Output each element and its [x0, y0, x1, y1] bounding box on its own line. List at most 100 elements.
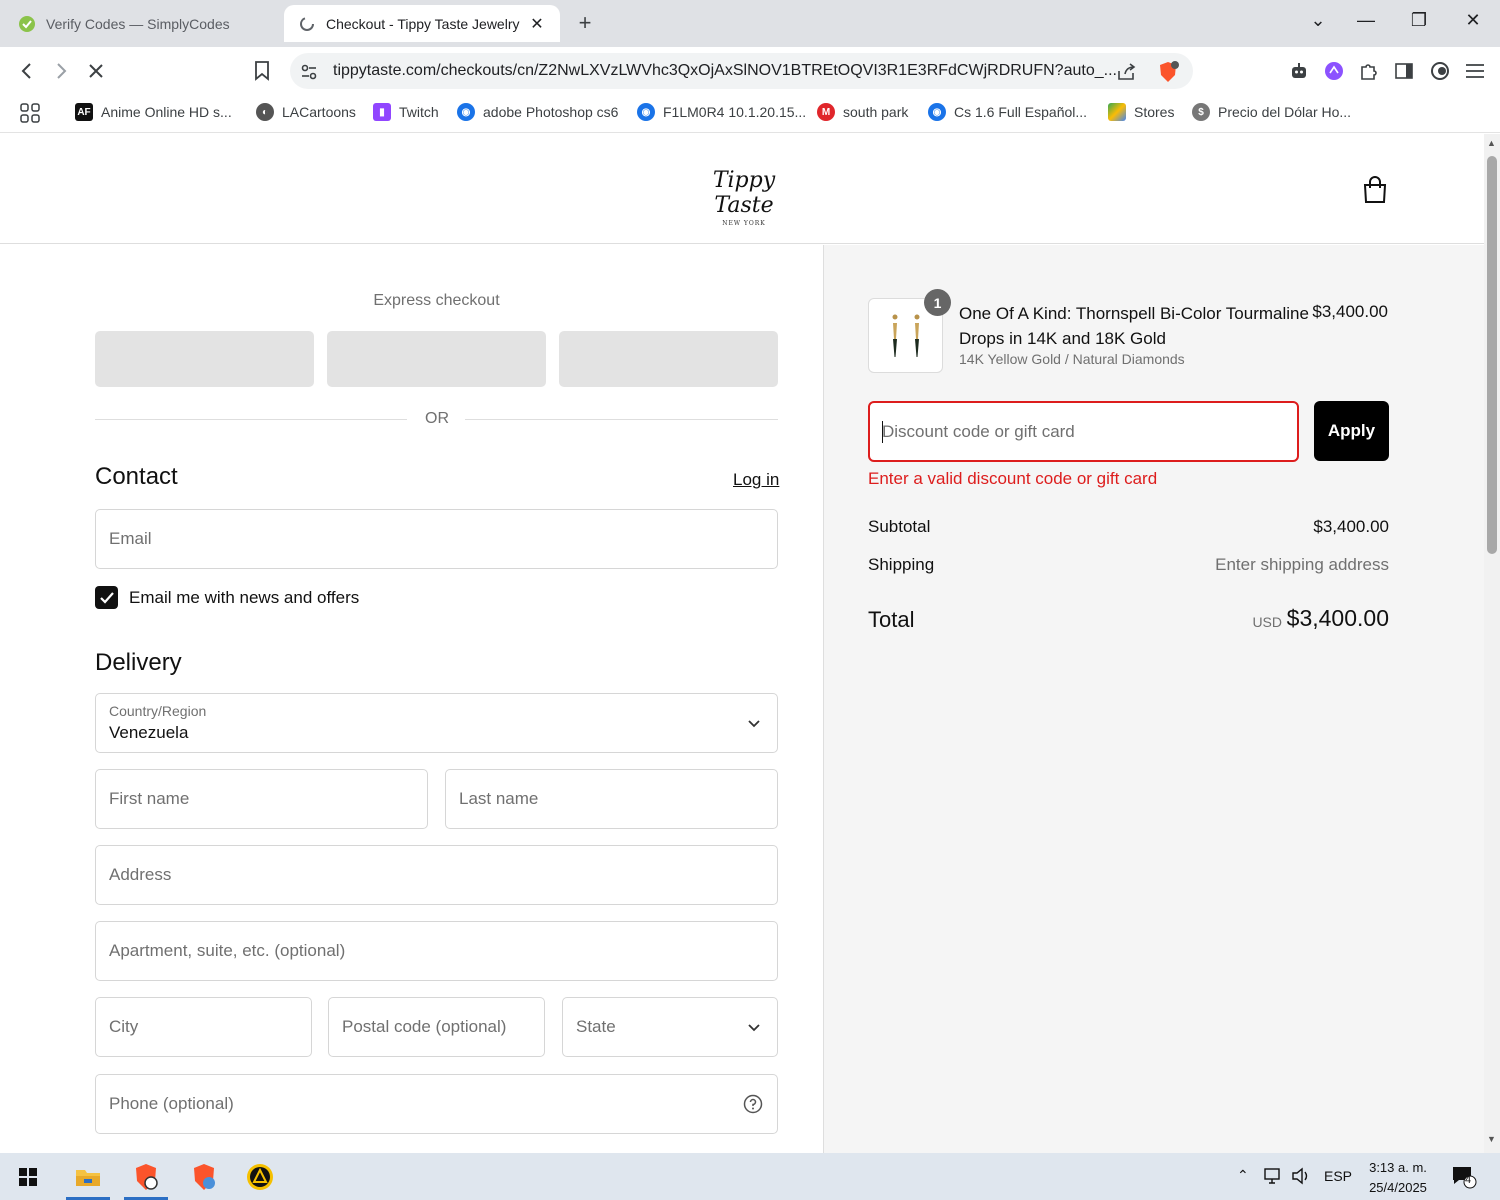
volume-icon[interactable]: [1291, 1167, 1311, 1188]
page-scrollbar[interactable]: ▲ ▼: [1484, 134, 1500, 1153]
logo-text: Tippy Taste: [712, 168, 776, 218]
or-divider: OR: [95, 408, 778, 430]
tab-verify-codes[interactable]: Verify Codes — SimplyCodes: [4, 5, 282, 42]
wallet-icon[interactable]: [1428, 59, 1452, 83]
windows-taskbar: ⌃ ESP 3:13 a. m. 25/4/2025 4: [0, 1153, 1500, 1200]
total-value: $3,400.00: [1286, 605, 1389, 631]
tab-search-icon[interactable]: ⌄: [1303, 10, 1333, 31]
login-link[interactable]: Log in: [733, 470, 779, 490]
extension-robot-icon[interactable]: [1287, 59, 1311, 83]
brave-browser-icon[interactable]: [118, 1153, 174, 1200]
apartment-placeholder: Apartment, suite, etc. (optional): [109, 941, 346, 960]
extensions-puzzle-icon[interactable]: [1357, 59, 1381, 83]
new-tab-button[interactable]: +: [572, 10, 598, 36]
bookmark-lacartoons[interactable]: ◐ LACartoons: [256, 103, 356, 121]
brave-shields-icon[interactable]: [1157, 61, 1179, 83]
phone-field[interactable]: Phone (optional): [95, 1074, 778, 1134]
chevron-down-icon: [748, 720, 760, 728]
bookmark-twitch[interactable]: ▮ Twitch: [373, 103, 439, 121]
scroll-up-icon[interactable]: ▲: [1487, 138, 1496, 148]
anime-af-icon: AF: [75, 103, 93, 121]
discount-error-message: Enter a valid discount code or gift card: [868, 469, 1158, 488]
apply-button[interactable]: Apply: [1314, 401, 1389, 461]
bookmark-cs16[interactable]: ◉ Cs 1.6 Full Español...: [928, 103, 1087, 121]
postal-code-field[interactable]: Postal code (optional): [328, 997, 545, 1057]
country-label: Country/Region: [109, 703, 207, 719]
clock-time: 3:13 a. m.: [1369, 1160, 1427, 1175]
news-checkbox-label: Email me with news and offers: [129, 587, 360, 607]
stores-icon: [1108, 103, 1126, 121]
news-offers-checkbox[interactable]: Email me with news and offers: [95, 586, 359, 609]
email-field[interactable]: Email: [95, 509, 778, 569]
total-currency: USD: [1252, 614, 1282, 630]
extension-leo-icon[interactable]: [1322, 59, 1346, 83]
system-clock[interactable]: 3:13 a. m. 25/4/2025: [1360, 1158, 1436, 1198]
tab-title: Checkout - Tippy Taste Jewelry: [326, 15, 520, 32]
express-pay-button-2[interactable]: [327, 331, 546, 387]
bookmark-stores[interactable]: Stores: [1108, 103, 1174, 121]
help-icon[interactable]: [743, 1094, 763, 1114]
brave-profile-icon[interactable]: [176, 1153, 232, 1200]
discount-placeholder: Discount code or gift card: [882, 422, 1075, 441]
apartment-field[interactable]: Apartment, suite, etc. (optional): [95, 921, 778, 981]
checkbox-checked-icon[interactable]: [95, 586, 118, 609]
close-window-button[interactable]: ✕: [1458, 10, 1488, 31]
express-pay-button-1[interactable]: [95, 331, 314, 387]
bookmark-photoshop[interactable]: ◉ adobe Photoshop cs6: [457, 103, 618, 121]
postal-code-placeholder: Postal code (optional): [342, 1017, 507, 1036]
shipping-row: Shipping Enter shipping address: [868, 555, 1389, 579]
scroll-down-icon[interactable]: ▼: [1487, 1134, 1496, 1144]
show-hidden-icons[interactable]: ⌃: [1237, 1167, 1249, 1184]
restore-button[interactable]: ❐: [1404, 10, 1434, 31]
store-header: Tippy Taste NEW YORK: [0, 134, 1484, 244]
address-field[interactable]: Address: [95, 845, 778, 905]
store-logo[interactable]: Tippy Taste NEW YORK: [686, 168, 802, 227]
address-bar[interactable]: tippytaste.com/checkouts/cn/Z2NwLXVzLWVh…: [290, 53, 1193, 89]
apps-grid-icon[interactable]: [20, 103, 40, 123]
bookmark-precio-dolar[interactable]: $ Precio del Dólar Ho...: [1192, 103, 1351, 121]
checkout-page: Tippy Taste NEW YORK Express checkout OR…: [0, 134, 1484, 1153]
stop-loading-icon[interactable]: [82, 57, 110, 85]
bookmark-filmora[interactable]: ◉ F1LM0R4 10.1.20.15...: [637, 103, 806, 121]
url-text: tippytaste.com/checkouts/cn/Z2NwLXVzLWVh…: [333, 62, 1117, 79]
notifications-icon[interactable]: 4: [1451, 1164, 1477, 1193]
phone-placeholder: Phone (optional): [109, 1094, 234, 1113]
city-field[interactable]: City: [95, 997, 312, 1057]
bookmark-label: LACartoons: [282, 104, 356, 120]
dollar-icon: $: [1192, 103, 1210, 121]
toolbar: tippytaste.com/checkouts/cn/Z2NwLXVzLWVh…: [0, 47, 1500, 95]
last-name-field[interactable]: Last name: [445, 769, 778, 829]
close-tab-icon[interactable]: ✕: [528, 14, 546, 34]
shipping-value: Enter shipping address: [1215, 555, 1389, 574]
bookmark-south-park[interactable]: M south park: [817, 103, 908, 121]
state-select[interactable]: State: [562, 997, 778, 1057]
minimize-button[interactable]: —: [1351, 10, 1381, 31]
tab-checkout[interactable]: Checkout - Tippy Taste Jewelry ✕: [284, 5, 560, 42]
app-triangle-icon[interactable]: [232, 1153, 288, 1200]
country-select[interactable]: Country/Region Venezuela: [95, 693, 778, 753]
file-explorer-icon[interactable]: [60, 1153, 116, 1200]
forward-icon[interactable]: [47, 57, 75, 85]
scrollbar-thumb[interactable]: [1487, 156, 1497, 554]
address-placeholder: Address: [109, 865, 172, 884]
first-name-field[interactable]: First name: [95, 769, 428, 829]
simplycodes-icon: [18, 15, 36, 33]
state-placeholder: State: [576, 1017, 616, 1036]
back-icon[interactable]: [13, 57, 41, 85]
sidebar-toggle-icon[interactable]: [1392, 59, 1416, 83]
windows-start-icon[interactable]: [0, 1153, 56, 1200]
bookmark-icon[interactable]: [248, 57, 276, 85]
network-icon[interactable]: [1263, 1167, 1283, 1188]
swirl-icon: ◉: [637, 103, 655, 121]
discount-code-input[interactable]: Discount code or gift card: [868, 401, 1299, 462]
clock-date: 25/4/2025: [1369, 1180, 1427, 1195]
site-settings-icon[interactable]: [298, 61, 320, 83]
bookmark-anime-online[interactable]: AF Anime Online HD s...: [75, 103, 232, 121]
express-pay-button-3[interactable]: [559, 331, 778, 387]
shopping-bag-icon[interactable]: [1362, 176, 1388, 204]
menu-icon[interactable]: [1463, 59, 1487, 83]
m-logo-icon: M: [817, 103, 835, 121]
language-indicator[interactable]: ESP: [1324, 1168, 1352, 1184]
share-icon[interactable]: [1116, 61, 1138, 83]
logo-subtext: NEW YORK: [722, 220, 766, 227]
